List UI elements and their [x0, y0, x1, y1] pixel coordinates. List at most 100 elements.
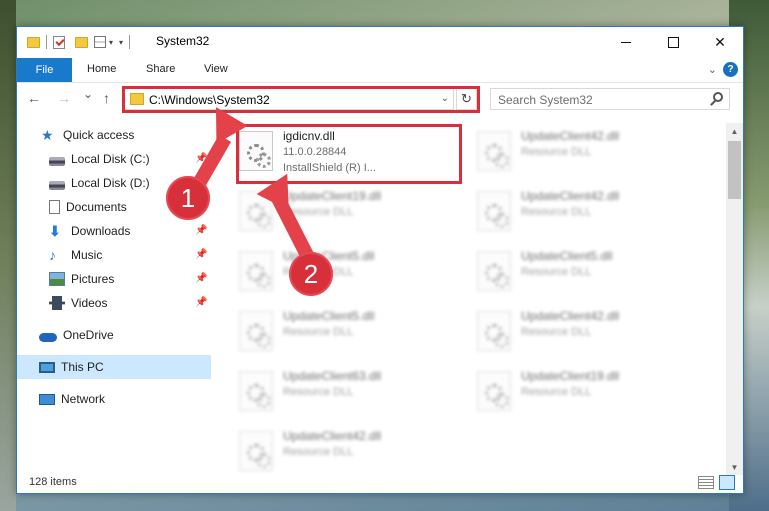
dll-file-icon [477, 371, 511, 411]
toolbar-dropdown-icon[interactable]: ▾ [119, 38, 123, 47]
file-item[interactable]: UpdateClient42.dll Resource DLL [237, 425, 467, 475]
customize-icon[interactable] [94, 36, 106, 48]
file-item[interactable]: UpdateClient42.dll Resource DLL [475, 125, 705, 181]
window-title: System32 [156, 34, 210, 48]
sidebar-item-label: Quick access [63, 128, 135, 142]
large-icons-view-icon[interactable] [719, 475, 735, 490]
file-explorer-window: ▾ ▾ System32 ✕ File Home Share View ⌄ ? … [16, 26, 744, 494]
tab-file[interactable]: File [17, 58, 72, 82]
network-icon [39, 393, 55, 405]
file-name: UpdateClient42.dll [283, 429, 382, 443]
vertical-scrollbar[interactable]: ▲ ▼ [726, 123, 743, 475]
file-item[interactable]: UpdateClient5.dll Resource DLL [237, 305, 467, 361]
properties-check-icon[interactable] [53, 35, 65, 49]
dll-file-icon [477, 251, 511, 291]
pin-icon[interactable]: 📌 [195, 273, 207, 284]
file-item[interactable]: UpdateClient42.dll Resource DLL [475, 185, 705, 241]
file-description: Resource DLL [283, 326, 354, 338]
new-folder-icon[interactable] [75, 36, 88, 48]
file-item[interactable]: UpdateClient63.dll Resource DLL [237, 365, 467, 421]
navigation-pane: ★ Quick access Local Disk (C:) 📌 Local D… [17, 123, 211, 463]
expand-ribbon-icon[interactable]: ⌄ [708, 63, 717, 76]
item-count: 128 items [29, 476, 77, 488]
star-icon: ★ [41, 127, 54, 143]
sidebar-item-label: Pictures [71, 272, 115, 286]
sidebar-item-label: Downloads [71, 224, 131, 238]
back-button[interactable]: ← [27, 90, 41, 106]
maximize-button[interactable] [650, 27, 696, 57]
file-description: Resource DLL [283, 386, 354, 398]
file-item[interactable]: UpdateClient5.dll Resource DLL [237, 245, 467, 301]
tab-view[interactable]: View [204, 63, 228, 75]
sidebar-item-network[interactable]: Network [17, 387, 211, 411]
annotation-badge-2: 2 [289, 252, 333, 296]
sidebar-item-label: Local Disk (D:) [71, 176, 150, 190]
annotation-badge-1: 1 [166, 176, 210, 220]
disk-icon [49, 156, 65, 166]
videos-icon [49, 296, 65, 310]
divider [129, 35, 131, 49]
sidebar-item-local-disk-c[interactable]: Local Disk (C:) 📌 [17, 147, 211, 171]
up-button[interactable]: ↑ [103, 90, 110, 106]
sidebar-item-videos[interactable]: Videos 📌 [17, 291, 211, 315]
file-item[interactable]: UpdateClient5.dll Resource DLL [475, 245, 705, 301]
dll-file-icon [477, 131, 511, 171]
folder-icon [27, 36, 40, 48]
download-icon: ⬇ [49, 223, 61, 239]
tab-share[interactable]: Share [146, 63, 175, 75]
scroll-up-icon[interactable]: ▲ [726, 123, 743, 139]
desktop-background-left [0, 0, 16, 511]
forward-button[interactable]: → [57, 90, 71, 106]
sidebar-item-label: Local Disk (C:) [71, 152, 150, 166]
search-placeholder: Search System32 [498, 93, 593, 107]
dll-file-icon [477, 191, 511, 231]
sidebar-item-label: Documents [66, 200, 127, 214]
file-name: UpdateClient5.dll [521, 249, 613, 263]
tab-home[interactable]: Home [87, 63, 116, 75]
sidebar-item-label: OneDrive [63, 328, 114, 342]
sidebar-item-onedrive[interactable]: OneDrive [17, 323, 211, 347]
search-input[interactable]: Search System32 [490, 88, 730, 110]
navigation-bar: ← → ⌄ ↑ C:\Windows\System32 ⌄ ↻ Search S… [17, 84, 743, 114]
file-description: Resource DLL [521, 266, 592, 278]
sidebar-item-quick-access[interactable]: ★ Quick access [17, 123, 211, 147]
search-icon[interactable] [713, 92, 723, 102]
dll-file-icon [239, 311, 273, 351]
sidebar-item-music[interactable]: ♪ Music 📌 [17, 243, 211, 267]
dll-file-icon [239, 431, 273, 471]
file-description: Resource DLL [521, 146, 592, 158]
details-view-icon[interactable] [698, 476, 714, 489]
sidebar-item-downloads[interactable]: ⬇ Downloads 📌 [17, 219, 211, 243]
scrollbar-thumb[interactable] [728, 141, 741, 199]
dll-file-icon [477, 311, 511, 351]
file-name: UpdateClient5.dll [283, 309, 375, 323]
help-icon[interactable]: ? [723, 62, 738, 77]
close-button[interactable]: ✕ [697, 27, 743, 57]
quick-access-toolbar: ▾ ▾ [27, 35, 136, 49]
file-name: UpdateClient42.dll [521, 129, 620, 143]
file-name: UpdateClient42.dll [521, 309, 620, 323]
file-description: Resource DLL [283, 446, 354, 458]
sidebar-item-label: Videos [71, 296, 108, 310]
pin-icon[interactable]: 📌 [195, 225, 207, 236]
address-highlight-box [122, 86, 480, 113]
recent-locations-button[interactable]: ⌄ [83, 87, 93, 101]
music-icon: ♪ [49, 247, 56, 263]
sidebar-item-pictures[interactable]: Pictures 📌 [17, 267, 211, 291]
dll-file-icon [239, 371, 273, 411]
sidebar-item-label: Network [61, 392, 106, 406]
divider [46, 35, 47, 49]
file-name: UpdateClient19.dll [521, 369, 620, 383]
chevron-down-icon[interactable]: ▾ [109, 38, 113, 47]
pin-icon[interactable]: 📌 [195, 249, 207, 260]
status-bar: 128 items [17, 473, 743, 493]
pictures-icon [49, 272, 65, 286]
sidebar-item-this-pc[interactable]: This PC [17, 355, 211, 379]
cloud-icon [39, 332, 57, 342]
pin-icon[interactable]: 📌 [195, 297, 207, 308]
file-item[interactable]: UpdateClient42.dll Resource DLL [475, 305, 705, 361]
file-item[interactable]: UpdateClient19.dll Resource DLL [475, 365, 705, 421]
minimize-button[interactable] [603, 27, 649, 57]
file-description: Resource DLL [521, 326, 592, 338]
computer-icon [39, 361, 55, 373]
